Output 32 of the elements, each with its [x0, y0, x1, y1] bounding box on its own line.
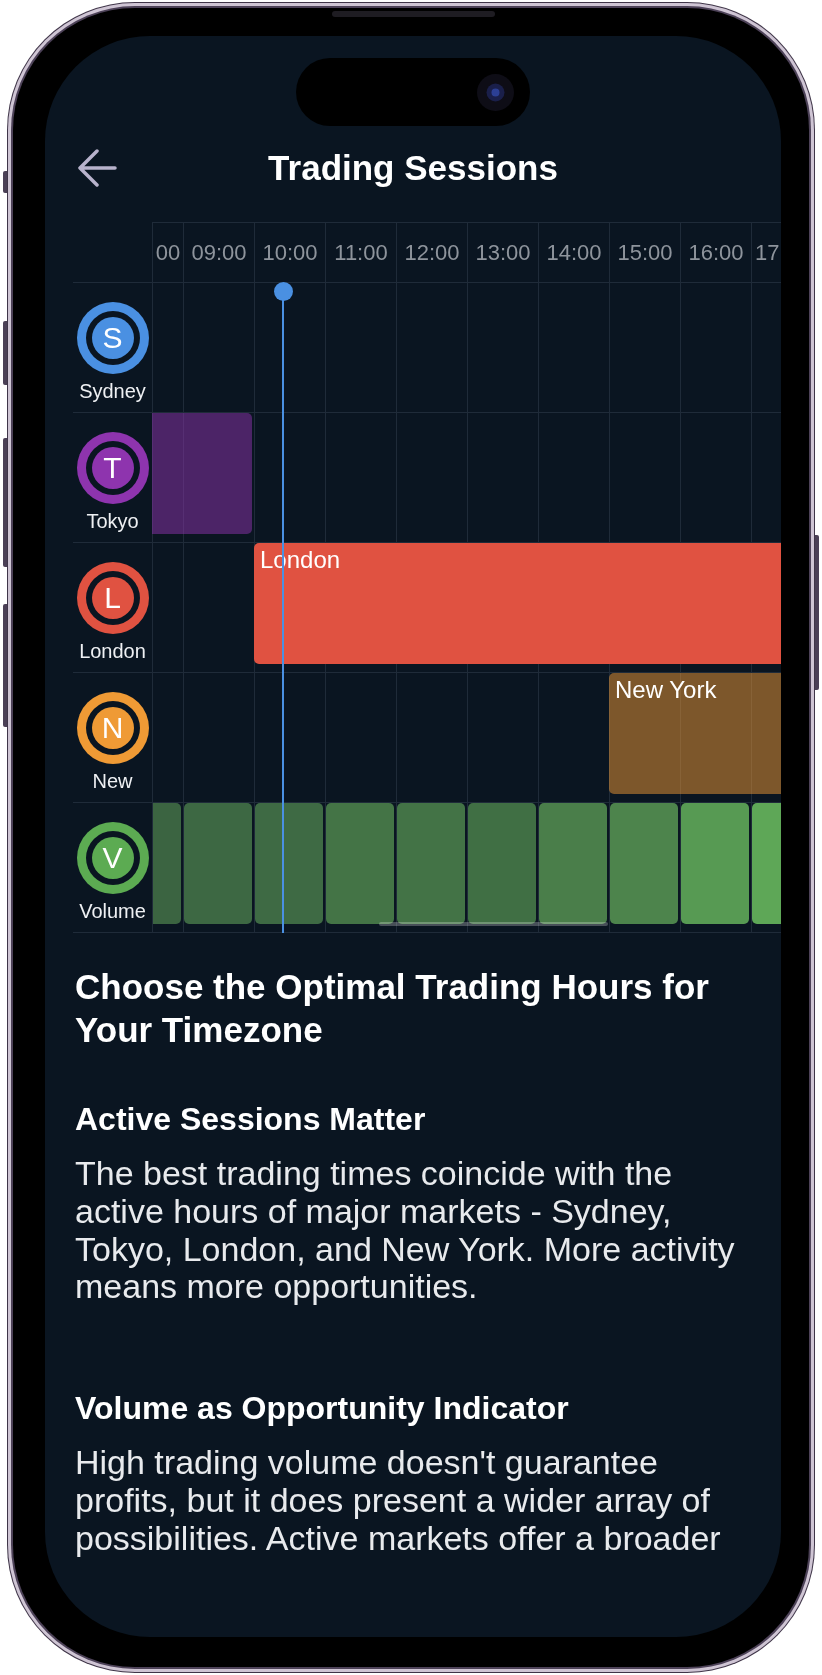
hour-label: 16:00: [688, 239, 744, 266]
session-bar: New York: [609, 673, 781, 794]
hour-label: 00: [155, 239, 181, 266]
hour-label: 11:00: [334, 239, 388, 266]
article-heading: Choose the Optimal Trading Hours for Your Timezone: [75, 966, 710, 1051]
market-symbol: L: [76, 562, 149, 634]
market-symbol: N: [76, 692, 149, 764]
market-name: Tokyo: [86, 509, 139, 533]
market-symbol: S: [76, 302, 149, 374]
arrow-left-icon: [78, 148, 117, 187]
hour-label: 14:00: [546, 239, 602, 266]
section-body: The best trading times coincide with the active hours of major markets - Sydney, Tokyo, London, and New York. More activity means more opportunities.: [75, 1155, 736, 1307]
section-title: Active Sessions Matter: [75, 1100, 427, 1139]
section-title: Volume as Opportunity Indicator: [75, 1389, 570, 1429]
section-body: High trading volume doesn't guarantee profits, but it does present a wider array of possibilities. Active markets offer a broader: [75, 1444, 722, 1558]
camera-lens-icon: [477, 73, 514, 111]
market-name: New: [92, 769, 133, 793]
side-button[interactable]: [3, 171, 7, 193]
screen-title: Trading Sessions: [268, 147, 558, 189]
hour-label: 17: [755, 239, 780, 266]
back-button[interactable]: [78, 148, 117, 187]
hour-label: 10:00: [262, 239, 318, 266]
hour-label: 09:00: [191, 239, 247, 266]
market-symbol: V: [76, 822, 149, 894]
hour-label: 15:00: [617, 239, 673, 266]
market-name: Volume: [79, 899, 146, 923]
market-symbol: T: [76, 432, 149, 504]
hour-label: 13:00: [475, 239, 531, 266]
market-name: Sydney: [79, 379, 146, 403]
side-button[interactable]: [3, 321, 7, 385]
hour-label: 12:00: [404, 239, 460, 266]
market-name: London: [79, 639, 146, 663]
